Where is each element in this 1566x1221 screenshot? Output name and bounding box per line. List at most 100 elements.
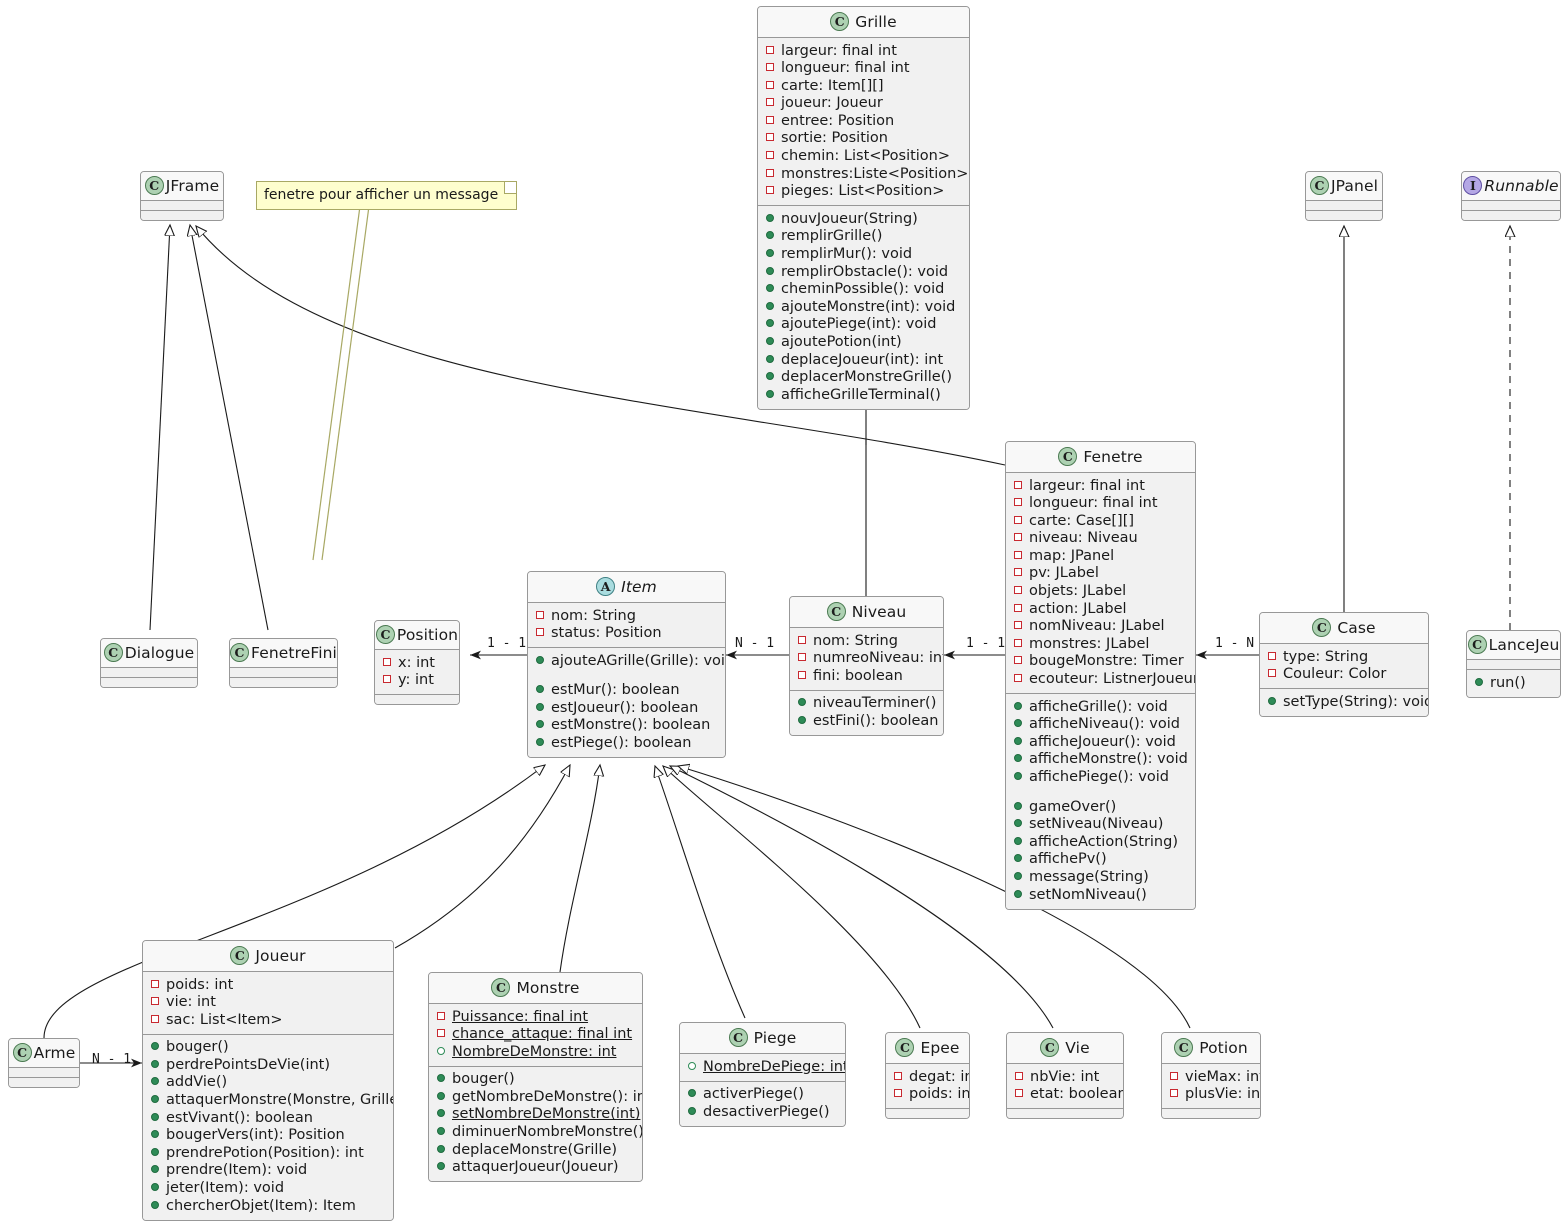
private-visibility-icon	[1014, 480, 1022, 489]
class-jpanel[interactable]: C JPanel	[1305, 171, 1383, 221]
class-arme[interactable]: C Arme	[8, 1038, 80, 1088]
class-epee[interactable]: C Epee degat: intpoids: int	[885, 1032, 970, 1120]
class-position[interactable]: C Position x: int y: int	[374, 620, 460, 706]
member-label: estMur(): boolean	[551, 682, 680, 699]
public-visibility-icon	[1475, 677, 1483, 686]
class-header: C JFrame	[141, 172, 223, 200]
member-label: pv: JLabel	[1029, 565, 1099, 582]
member-label: sortie: Position	[781, 130, 888, 147]
member-row: nom: String	[536, 607, 717, 625]
private-visibility-icon	[1015, 1071, 1023, 1080]
private-visibility-icon	[766, 168, 774, 177]
class-name: JFrame	[165, 176, 220, 195]
class-stereotype-icon: C	[1040, 1038, 1060, 1057]
class-case[interactable]: C Case type: String Couleur: Color setTyp…	[1259, 612, 1429, 717]
private-visibility-icon	[1014, 515, 1022, 524]
member-row: setType(String): void	[1268, 693, 1428, 711]
edge-multiplicity-label: 1 - 1	[966, 636, 1006, 651]
class-dialogue[interactable]: C Dialogue	[100, 638, 198, 688]
class-niveau[interactable]: C Niveau nom: String numreoNiveau: int fin…	[789, 596, 944, 736]
methods-section: bouger() perdrePointsDeVie(int) addVie() at…	[143, 1033, 393, 1220]
member-row: plusVie: int	[1170, 1086, 1260, 1104]
attributes-section: largeur: final int longueur: final int car…	[1006, 472, 1195, 694]
member-label: estMonstre(): boolean	[551, 717, 711, 734]
member-label: fini: boolean	[813, 667, 903, 684]
private-visibility-icon	[1014, 656, 1022, 665]
public-visibility-icon	[151, 1112, 159, 1121]
member-label: afficheAction(String)	[1029, 833, 1178, 850]
member-label: numreoNiveau: int	[813, 650, 944, 667]
public-visibility-icon	[1014, 772, 1022, 780]
member-row: poids: int	[894, 1086, 969, 1104]
class-jframe[interactable]: C JFrame	[140, 171, 224, 221]
member-label: ajouteMonstre(int): void	[781, 298, 956, 315]
class-stereotype-icon: C	[12, 1043, 32, 1062]
class-header: C FenetreFini	[230, 639, 337, 667]
methods-section	[101, 677, 197, 687]
class-item[interactable]: A Item nom: String status: Position ajout…	[527, 571, 726, 759]
member-label: status: Position	[551, 625, 662, 642]
member-row: setNombreDeMonstre(int)	[437, 1106, 640, 1124]
class-fenetrefini[interactable]: C FenetreFini	[229, 638, 338, 688]
member-label: estFini(): boolean	[813, 712, 939, 729]
public-visibility-icon	[536, 685, 544, 694]
methods-section	[141, 210, 223, 220]
class-grille[interactable]: C Grille largeur: final int longueur: fin…	[757, 6, 970, 410]
private-visibility-icon	[766, 63, 774, 72]
public-visibility-icon	[437, 1074, 445, 1083]
class-header: C Fenetre	[1006, 442, 1195, 472]
member-label: largeur: final int	[781, 42, 897, 59]
class-name: Item	[621, 577, 657, 596]
member-label: diminuerNombreMonstre()	[452, 1124, 643, 1141]
class-monstre[interactable]: C Monstre Puissance: final int chance_att…	[428, 972, 643, 1183]
class-name: Vie	[1065, 1038, 1090, 1057]
class-vie[interactable]: C Vie nbVie: int etat: boolean	[1006, 1032, 1124, 1120]
private-visibility-icon	[1170, 1089, 1178, 1098]
private-visibility-icon	[766, 98, 774, 107]
class-joueur[interactable]: C Joueur poids: int vie: int sac: List<Ite…	[142, 940, 394, 1221]
private-visibility-icon	[766, 80, 774, 89]
member-label: perdrePointsDeVie(int)	[166, 1056, 331, 1073]
methods-section: niveauTerminer() estFini(): boolean	[790, 689, 943, 735]
methods-section: setType(String): void	[1260, 688, 1428, 716]
member-row: attaquerMonstre(Monstre, Grille)	[151, 1092, 393, 1110]
member-label: Puissance: final int	[452, 1008, 589, 1025]
member-label: bouger()	[452, 1071, 515, 1088]
member-row: setNomNiveau()	[1014, 886, 1187, 904]
class-name: Piege	[753, 1028, 797, 1047]
private-visibility-icon	[1014, 621, 1022, 630]
class-fenetre[interactable]: C Fenetre largeur: final int longueur: fi…	[1005, 441, 1196, 910]
member-label: getNombreDeMonstre(): int	[452, 1088, 643, 1105]
public-visibility-icon	[536, 702, 544, 711]
class-potion[interactable]: C Potion vieMax: int plusVie: int	[1161, 1032, 1261, 1120]
methods-section: activerPiege() desactiverPiege()	[680, 1080, 845, 1126]
attributes-section: x: int y: int	[375, 649, 459, 695]
package-visibility-icon	[688, 1061, 696, 1070]
member-row: estMur(): boolean	[536, 682, 717, 700]
member-label: nbVie: int	[1030, 1068, 1100, 1085]
class-stereotype-icon: C	[491, 978, 511, 997]
methods-section	[9, 1077, 79, 1087]
note-fold-corner	[504, 182, 517, 194]
methods-section	[1306, 210, 1382, 220]
member-label: poids: int	[909, 1086, 970, 1103]
public-visibility-icon	[1268, 696, 1276, 705]
member-label: attaquerMonstre(Monstre, Grille)	[166, 1092, 394, 1109]
private-visibility-icon	[1014, 568, 1022, 577]
class-header: C Grille	[758, 7, 969, 37]
class-runnable[interactable]: I Runnable	[1461, 171, 1561, 221]
attributes-section	[9, 1067, 79, 1077]
public-visibility-icon	[1014, 736, 1022, 745]
member-label: carte: Case[][]	[1029, 512, 1135, 529]
member-row: monstres:Liste<Position>	[766, 165, 968, 183]
class-lancejeu[interactable]: C LanceJeu run()	[1466, 630, 1561, 698]
class-piege[interactable]: C Piege NombreDePiege: int activerPiege(…	[679, 1022, 846, 1127]
member-row: type: String	[1268, 648, 1420, 666]
member-label: NombreDeMonstre: int	[452, 1043, 617, 1060]
attributes-section	[1306, 200, 1382, 210]
member-label: nouvJoueur(String)	[781, 210, 918, 227]
member-row: cheminPossible(): void	[766, 281, 961, 299]
class-stereotype-icon: C	[830, 12, 850, 31]
member-row: degat: int	[894, 1068, 969, 1086]
member-row: bougeMonstre: Timer	[1014, 653, 1187, 671]
